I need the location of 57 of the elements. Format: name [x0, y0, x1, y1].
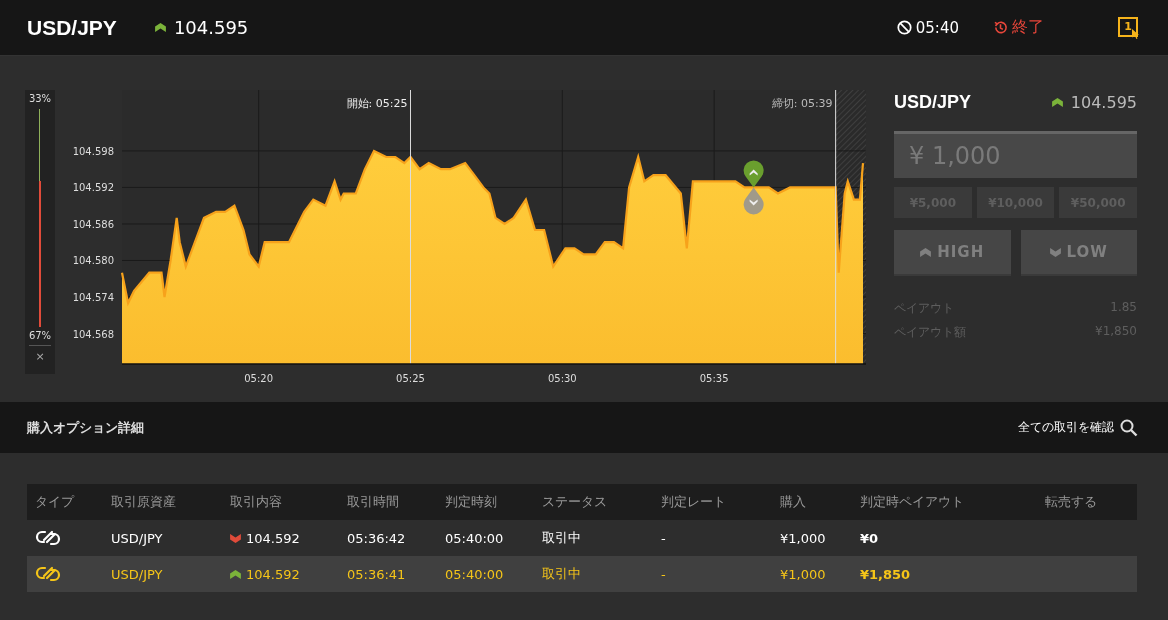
table-cell-text: USD/JPY — [110, 530, 164, 546]
table-cell-text: 05:36:41 — [346, 566, 407, 582]
axis-label: 05:20 — [244, 373, 274, 384]
column-header: 転売する — [1044, 493, 1098, 511]
axis-label: 05:25 — [396, 373, 425, 384]
percent-label: 33% — [28, 93, 52, 104]
table-cell: 104.592 — [246, 566, 300, 582]
table-cell-text: - — [660, 566, 667, 582]
history-icon — [993, 20, 1008, 35]
section-title: 購入オプション詳細 — [27, 418, 144, 437]
table-cell-text: 05:36:42 — [346, 530, 407, 546]
status-label: 終了 — [1012, 17, 1044, 38]
axis-label: 05:35 — [699, 373, 729, 384]
price: 104.595 — [173, 17, 249, 38]
table-cell-text: - — [660, 530, 667, 546]
time-marker-label: 締切: 05:39 — [771, 97, 833, 110]
down-pin-icon — [743, 187, 764, 215]
table-cell-text: 取引中 — [541, 529, 582, 547]
column-header: タイプ — [34, 493, 76, 511]
table-cell-text: ¥1,000 — [779, 566, 827, 582]
table-cell-text: ¥0 — [859, 530, 880, 546]
search-icon — [1120, 418, 1138, 437]
table-cell-text: ¥1,850 — [859, 566, 912, 582]
axis-label: 104.568 — [72, 328, 114, 340]
price: 104.595 — [1070, 93, 1137, 112]
currency-pair: USD/JPY — [27, 15, 117, 40]
table-cell-text: 取引中 — [541, 565, 582, 583]
prohibited-icon — [896, 20, 912, 35]
table-cell-text: ¥1,000 — [779, 530, 827, 546]
column-header: ステータス — [541, 493, 608, 511]
axis-label: 104.592 — [72, 182, 114, 194]
table-cell-text: USD/JPY — [110, 566, 164, 582]
percent-label: 67% — [28, 330, 52, 341]
column-header: 判定レート — [660, 493, 727, 511]
column-header: 取引時間 — [346, 493, 400, 511]
countdown: 05:40 — [915, 18, 959, 37]
axis-label: 104.574 — [72, 292, 114, 303]
axis-label: 05:30 — [547, 373, 577, 384]
up-pin-icon — [743, 160, 764, 188]
close-button[interactable]: × — [29, 345, 51, 367]
cursor-badge[interactable]: 1 — [1118, 16, 1140, 39]
chain-icon — [35, 565, 61, 583]
column-header: 判定時ペイアウト — [859, 493, 965, 511]
view-all-trades-link[interactable]: 全ての取引を確認 — [1018, 418, 1138, 437]
column-header: 取引原資産 — [110, 493, 177, 511]
axis-label: 104.580 — [72, 255, 114, 267]
column-header: 判定時刻 — [444, 493, 498, 511]
axis-label: 104.598 — [72, 145, 114, 157]
chain-icon — [35, 529, 61, 547]
table-cell: 104.592 — [246, 530, 300, 546]
column-header: 取引内容 — [229, 493, 283, 511]
currency-pair: USD/JPY — [894, 92, 972, 113]
column-header: 購入 — [779, 493, 807, 511]
axis-label: 104.586 — [72, 218, 114, 230]
time-marker-label: 開始: 05:25 — [346, 97, 408, 110]
table-cell-text: 05:40:00 — [444, 530, 505, 546]
table-cell-text: 05:40:00 — [444, 566, 505, 582]
